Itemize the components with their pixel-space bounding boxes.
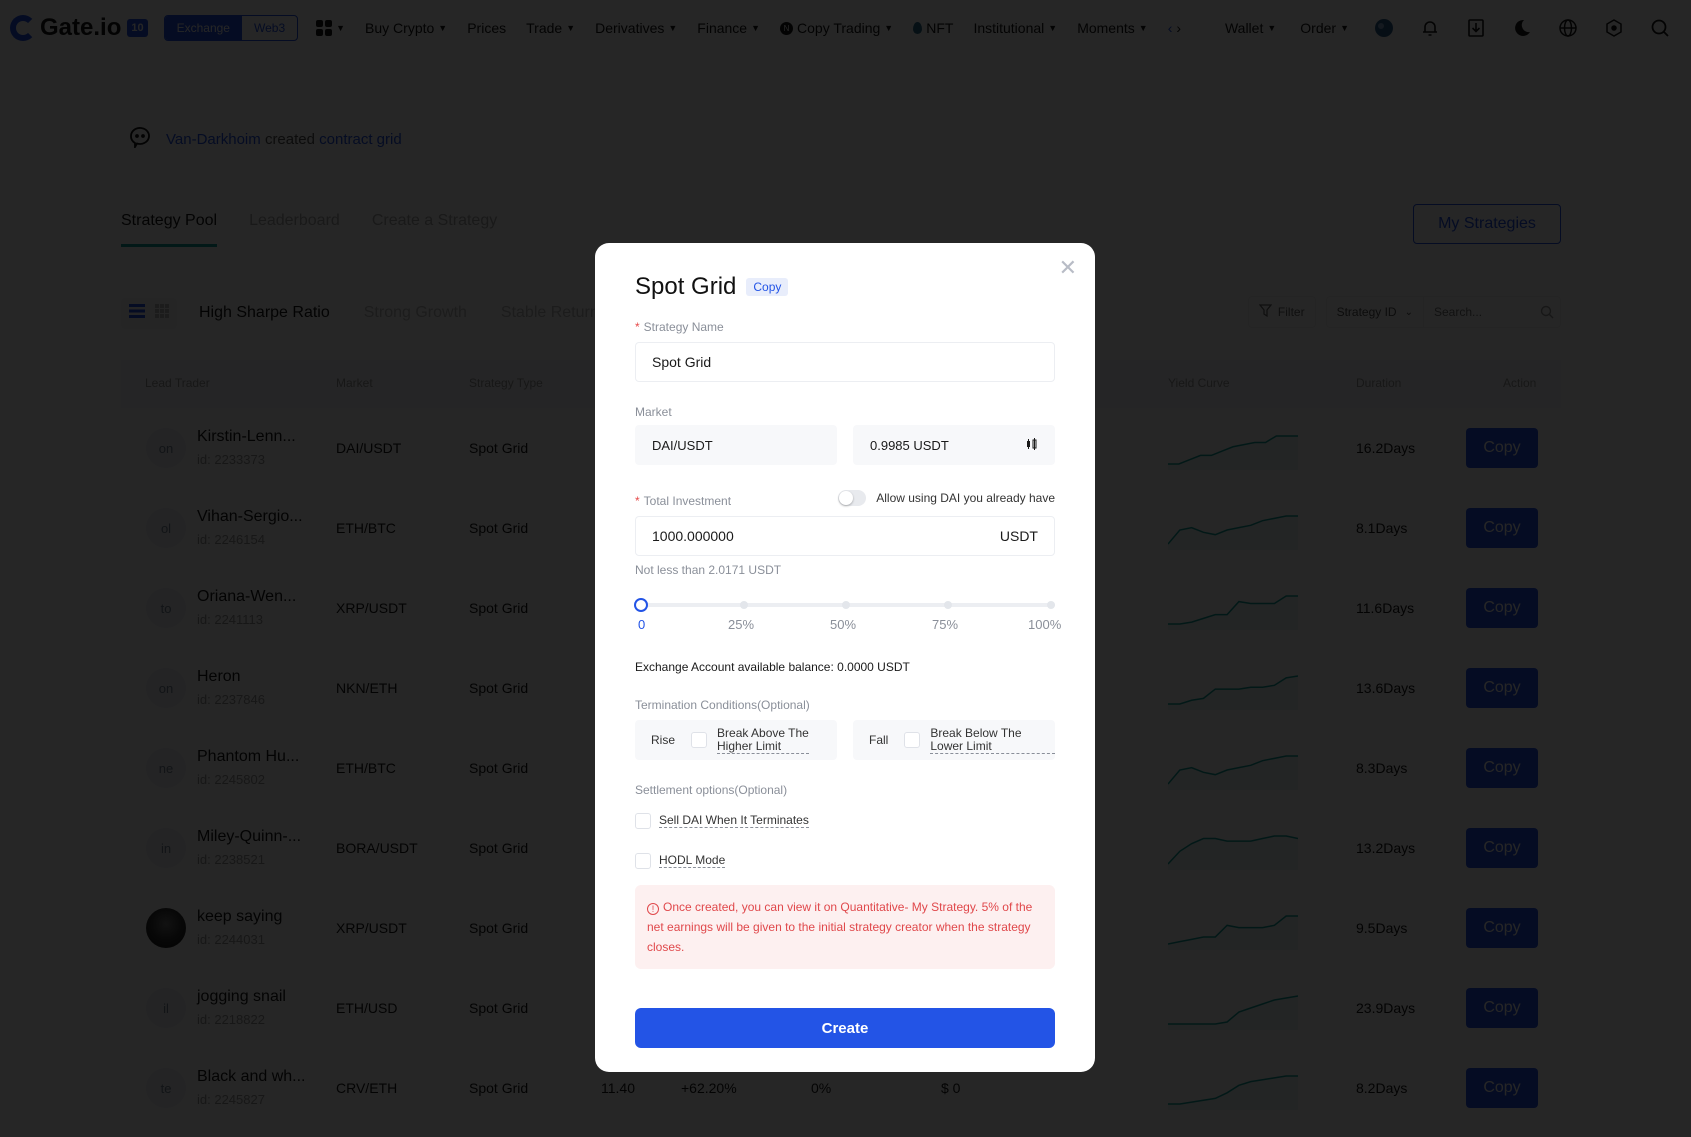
- label-text: Strategy Name: [643, 320, 724, 334]
- rise-label: Rise: [651, 733, 676, 747]
- market-label: Market: [635, 405, 672, 419]
- info-circle-icon: !: [647, 903, 659, 915]
- investment-input[interactable]: [652, 528, 952, 544]
- allow-existing-label: Allow using DAI you already have: [876, 491, 1055, 505]
- rise-option-label[interactable]: Break Above The Higher Limit: [717, 726, 810, 754]
- label-text: Total Investment: [643, 494, 732, 508]
- allow-existing-toggle[interactable]: [838, 490, 867, 506]
- create-button[interactable]: Create: [635, 1008, 1055, 1048]
- min-investment-hint: Not less than 2.0171 USDT: [635, 563, 782, 577]
- required-asterisk: *: [635, 320, 640, 334]
- copy-tag: Copy: [746, 278, 789, 296]
- slider-mark-100[interactable]: [1047, 601, 1055, 609]
- slider-label-50: 50%: [830, 617, 857, 632]
- termination-label: Termination Conditions(Optional): [635, 698, 810, 712]
- fall-checkbox[interactable]: [904, 732, 921, 748]
- modal-header: Spot Grid Copy: [635, 273, 789, 301]
- hodl-mode-label[interactable]: HODL Mode: [659, 854, 726, 868]
- sell-on-terminate-option: Sell DAI When It Terminates: [635, 813, 809, 829]
- rise-checkbox[interactable]: [691, 732, 708, 748]
- slider-label-0: 0: [638, 617, 646, 632]
- slider-label-25: 25%: [728, 617, 755, 632]
- total-investment-label: * Total Investment: [635, 494, 731, 508]
- notice-text: Once created, you can view it on Quantit…: [647, 900, 1033, 954]
- allow-existing-toggle-row: Allow using DAI you already have: [838, 490, 1055, 506]
- modal-title: Spot Grid: [635, 273, 737, 300]
- market-pair-field: DAI/USDT: [635, 425, 837, 465]
- slider-mark-75[interactable]: [944, 601, 952, 609]
- fee-notice: ! Once created, you can view it on Quanti…: [635, 885, 1055, 969]
- investment-field: USDT: [635, 516, 1055, 556]
- market-pair-value: DAI/USDT: [652, 437, 713, 453]
- rise-condition: Rise Break Above The Higher Limit: [635, 720, 837, 760]
- sell-on-terminate-label[interactable]: Sell DAI When It Terminates: [659, 814, 809, 828]
- spot-grid-modal: ✕ Spot Grid Copy *Strategy Name Market D…: [595, 243, 1095, 1072]
- strategy-name-label: * Strategy Name: [635, 320, 724, 334]
- slider-mark-50[interactable]: [842, 601, 850, 609]
- available-balance: Exchange Account available balance: 0.00…: [635, 660, 910, 674]
- investment-slider[interactable]: [634, 598, 1055, 612]
- market-price-field: 0.9985 USDT: [853, 425, 1055, 465]
- close-icon[interactable]: ✕: [1059, 257, 1077, 279]
- candlestick-icon[interactable]: [1026, 437, 1038, 453]
- hodl-mode-checkbox[interactable]: [635, 853, 651, 869]
- settlement-label: Settlement options(Optional): [635, 783, 788, 797]
- fall-option-label[interactable]: Break Below The Lower Limit: [930, 726, 1055, 754]
- slider-handle[interactable]: [634, 598, 648, 612]
- fall-condition: Fall Break Below The Lower Limit: [853, 720, 1055, 760]
- slider-labels: 0 25% 50% 75% 100%: [635, 617, 1065, 633]
- investment-unit: USDT: [999, 528, 1038, 544]
- strategy-name-input[interactable]: [635, 342, 1055, 382]
- slider-mark-25[interactable]: [740, 601, 748, 609]
- slider-label-75: 75%: [932, 617, 959, 632]
- market-price-value: 0.9985 USDT: [870, 437, 949, 453]
- fall-label: Fall: [869, 733, 889, 747]
- required-asterisk: *: [635, 494, 640, 508]
- hodl-mode-option: HODL Mode: [635, 853, 726, 869]
- slider-label-100: 100%: [1028, 617, 1062, 632]
- sell-on-terminate-checkbox[interactable]: [635, 813, 651, 829]
